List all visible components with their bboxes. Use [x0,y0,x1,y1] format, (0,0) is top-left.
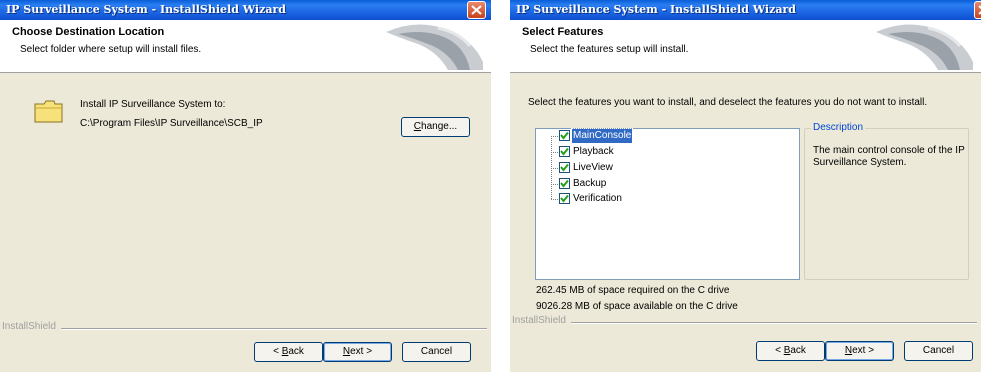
header-title: Choose Destination Location [12,26,165,38]
tree-connector [551,168,558,169]
next-label: ext > [350,346,373,357]
cancel-button[interactable]: Cancel [904,341,973,361]
header-title: Select Features [522,26,604,38]
close-icon [471,5,482,15]
feature-checkbox[interactable] [559,162,570,173]
back-button[interactable]: < Back [254,342,323,362]
checkmark-icon [560,194,569,203]
tree-connector [551,136,558,137]
space-available: 9026.28 MB of space available on the C d… [536,301,738,312]
feature-checkbox[interactable] [559,178,570,189]
tree-connector [551,152,558,153]
tree-connector [551,184,558,185]
wizard-header: Choose Destination Location Select folde… [0,20,491,73]
header-subtitle: Select folder where setup will install f… [20,44,202,55]
installshield-brand: InstallShield [512,315,566,326]
feature-checkbox[interactable] [559,130,570,141]
back-label: ack [790,345,806,356]
select-features-window: IP Surveillance System - InstallShield W… [510,0,981,372]
change-mnemonic: C [413,121,422,132]
description-title: Description [811,122,866,133]
checkmark-icon [560,131,569,140]
install-path: C:\Program Files\IP Surveillance\SCB_IP [80,118,263,129]
description-group: Description The main control console of … [804,122,969,280]
folder-icon [34,100,63,123]
feature-checkbox[interactable] [559,146,570,157]
title-bar[interactable]: IP Surveillance System - InstallShield W… [0,0,491,20]
install-location-label: Install IP Surveillance System to: [80,99,226,110]
choose-destination-window: IP Surveillance System - InstallShield W… [0,0,491,372]
close-button[interactable] [467,1,486,19]
feature-checkbox[interactable] [559,193,570,204]
next-button[interactable]: Next > [825,341,894,361]
checkmark-icon [560,147,569,156]
window-title: IP Surveillance System - InstallShield W… [516,3,796,16]
feature-label: Verification [573,193,622,204]
checkmark-icon [560,179,569,188]
change-button[interactable]: Change... [401,117,470,137]
back-button[interactable]: < Back [756,341,825,361]
installshield-header-graphic [386,24,483,70]
feature-label: LiveView [573,162,613,173]
feature-label: Backup [573,178,607,189]
feature-label: MainConsole [570,128,634,144]
back-label: ack [288,346,304,357]
space-required: 262.45 MB of space required on the C dri… [536,285,730,296]
header-subtitle: Select the features setup will install. [530,44,689,55]
change-label: hange... [421,121,458,132]
wizard-header: Select Features Select the features setu… [510,20,981,73]
next-button[interactable]: Next > [323,342,392,362]
installshield-brand: InstallShield [2,321,56,332]
brand-divider [571,322,977,324]
checkmark-icon [560,163,569,172]
title-bar[interactable]: IP Surveillance System - InstallShield W… [510,0,981,20]
window-title: IP Surveillance System - InstallShield W… [6,3,286,16]
feature-tree[interactable]: MainConsole Playback LiveView Backup Ver… [535,128,800,280]
tree-connector [551,199,558,200]
description-text: The main control console of the IP Surve… [813,145,965,168]
installshield-header-graphic [876,24,973,70]
brand-divider [61,328,487,330]
back-prefix: < [273,346,282,357]
close-button[interactable] [974,1,981,19]
next-label: ext > [852,345,875,356]
feature-instruction: Select the features you want to install,… [528,97,928,108]
back-prefix: < [775,345,784,356]
cancel-button[interactable]: Cancel [402,342,471,362]
feature-label: Playback [573,146,614,157]
